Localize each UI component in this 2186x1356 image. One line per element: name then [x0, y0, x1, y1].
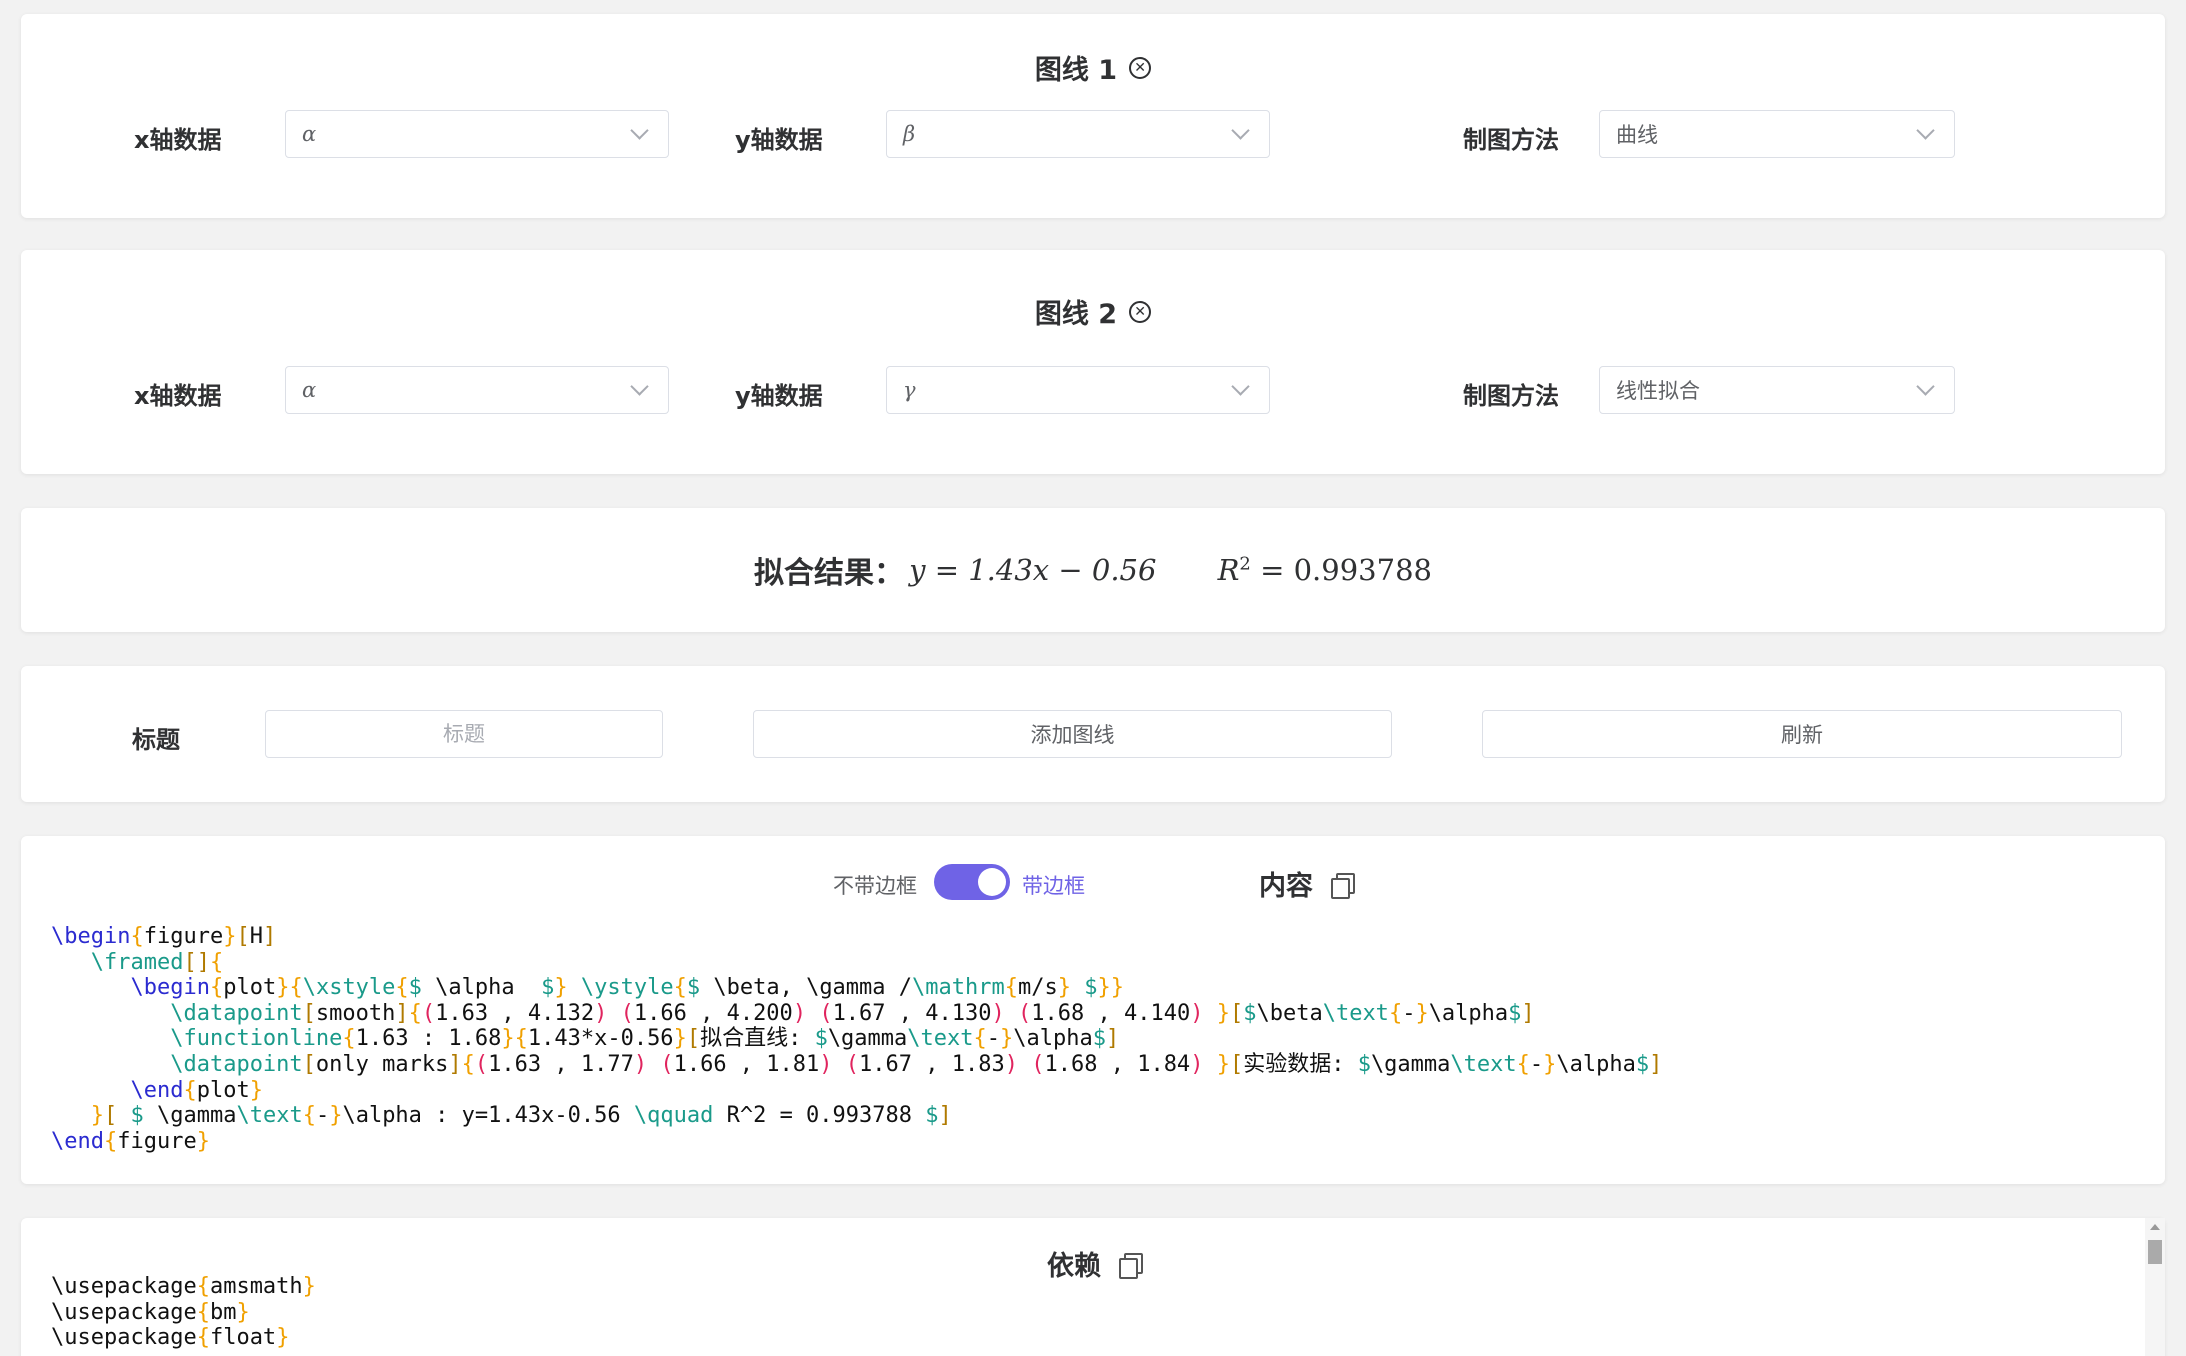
chevron-down-icon: [1916, 376, 1935, 396]
x-axis-label: x轴数据: [134, 382, 222, 410]
plot-method-value: 线性拟合: [1616, 379, 1700, 403]
content-title: 内容: [1259, 864, 1355, 903]
fit-result-label: 拟合结果：: [754, 556, 905, 591]
chevron-down-icon: [630, 376, 649, 396]
chevron-down-icon: [1916, 120, 1935, 140]
series-title: 图线 1: [1034, 55, 1118, 86]
y-axis-label: y轴数据: [735, 126, 823, 154]
deps-title-row: 依赖: [21, 1244, 2165, 1283]
add-series-button[interactable]: 添加图线: [753, 710, 1392, 758]
series-title: 图线 2: [1034, 299, 1118, 330]
plot-method-label: 制图方法: [1463, 126, 1559, 154]
fit-result-card: 拟合结果： y = 1.43x − 0.56 R2 = 0.993788: [21, 508, 2165, 632]
scroll-up-arrow-icon[interactable]: [2150, 1224, 2160, 1230]
fit-result: 拟合结果： y = 1.43x − 0.56 R2 = 0.993788: [21, 548, 2165, 592]
x-axis-value: α: [302, 122, 317, 146]
content-card: 不带边框 带边框 内容 \begin{figure}[H] \framed[]{…: [21, 836, 2165, 1184]
content-title-text: 内容: [1259, 871, 1313, 902]
plot-method-select[interactable]: 曲线: [1599, 110, 1955, 158]
refresh-button[interactable]: 刷新: [1482, 710, 2122, 758]
series-title-row: 图线 2 ✕: [21, 292, 2165, 331]
x-axis-select[interactable]: α: [285, 110, 669, 158]
x-axis-label: x轴数据: [134, 126, 222, 154]
chevron-down-icon: [630, 120, 649, 140]
copy-icon[interactable]: [1331, 872, 1355, 899]
plot-method-select[interactable]: 线性拟合: [1599, 366, 1955, 414]
switch-off-label: 不带边框: [833, 874, 917, 898]
title-label: 标题: [132, 726, 180, 754]
fit-r-squared: R2 = 0.993788: [1217, 553, 1432, 587]
chevron-down-icon: [1231, 120, 1250, 140]
series-card-1: 图线 1 ✕ x轴数据 α y轴数据 β 制图方法 曲线: [21, 14, 2165, 218]
deps-title: 依赖: [1047, 1251, 1101, 1282]
x-axis-value: α: [302, 378, 317, 402]
y-axis-select[interactable]: β: [886, 110, 1270, 158]
close-circle-icon[interactable]: ✕: [1129, 56, 1152, 79]
y-axis-value: γ: [903, 378, 916, 402]
deps-card: 依赖 \usepackage{amsmath} \usepackage{bm} …: [21, 1218, 2165, 1356]
scrollbar[interactable]: [2145, 1218, 2165, 1356]
y-axis-value: β: [903, 122, 916, 146]
plot-method-label: 制图方法: [1463, 382, 1559, 410]
deps-code[interactable]: \usepackage{amsmath} \usepackage{bm} \us…: [51, 1274, 316, 1351]
close-circle-icon[interactable]: ✕: [1129, 300, 1152, 323]
border-switch-row: 不带边框 带边框 内容: [21, 862, 2165, 902]
fit-equation: y = 1.43x − 0.56: [909, 553, 1157, 587]
toggle-knob: [978, 868, 1006, 896]
plot-method-value: 曲线: [1616, 123, 1658, 147]
y-axis-select[interactable]: γ: [886, 366, 1270, 414]
switch-on-label: 带边框: [1022, 874, 1085, 898]
copy-icon[interactable]: [1119, 1252, 1143, 1279]
series-title-row: 图线 1 ✕: [21, 48, 2165, 87]
series-card-2: 图线 2 ✕ x轴数据 α y轴数据 γ 制图方法 线性拟合: [21, 250, 2165, 474]
scroll-thumb[interactable]: [2148, 1240, 2162, 1264]
border-toggle[interactable]: [934, 864, 1010, 900]
latex-code[interactable]: \begin{figure}[H] \framed[]{ \begin{plot…: [51, 924, 1662, 1154]
controls-card: 标题 添加图线 刷新: [21, 666, 2165, 802]
title-input[interactable]: [265, 710, 663, 758]
x-axis-select[interactable]: α: [285, 366, 669, 414]
chevron-down-icon: [1231, 376, 1250, 396]
y-axis-label: y轴数据: [735, 382, 823, 410]
